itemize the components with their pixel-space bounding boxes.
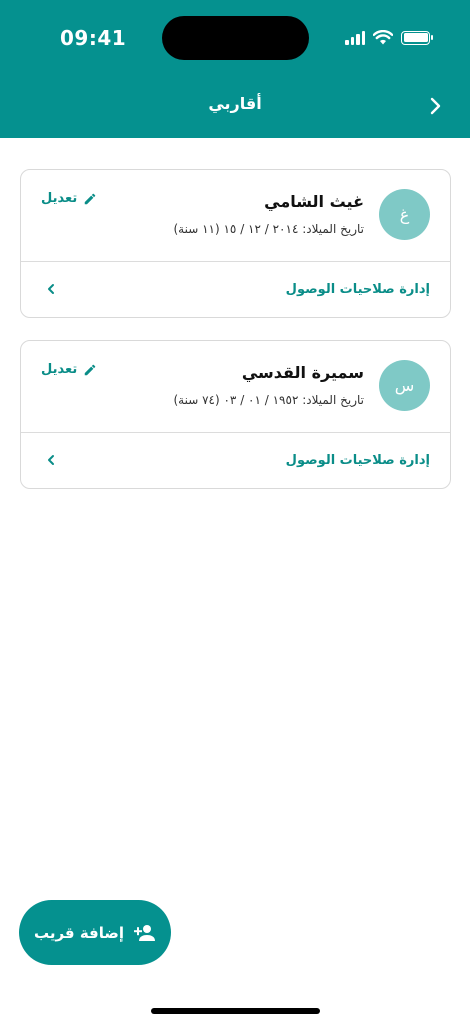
dynamic-island — [162, 16, 309, 60]
page-title: أقاربي — [208, 94, 262, 113]
chevron-right-icon — [430, 97, 441, 115]
edit-button[interactable]: تعديل — [41, 191, 97, 206]
chevron-left-icon — [43, 452, 59, 468]
avatar: غ — [379, 189, 430, 240]
back-button[interactable] — [424, 94, 448, 118]
manage-access-label: إدارة صلاحيات الوصول — [285, 282, 430, 297]
edit-button[interactable]: تعديل — [41, 362, 97, 377]
edit-label: تعديل — [41, 362, 78, 377]
manage-access-row[interactable]: إدارة صلاحيات الوصول — [21, 433, 450, 488]
add-person-icon — [134, 924, 156, 941]
relative-card: غ غيث الشامي تاريخ الميلاد: ٢٠١٤ / ١٢ / … — [20, 169, 451, 318]
status-time: 09:41 — [60, 26, 127, 50]
relative-name: سميرة القدسي — [241, 363, 364, 382]
relative-dob: تاريخ الميلاد: ١٩٥٢ / ٠١ / ٠٣ (٧٤ سنة) — [173, 393, 364, 407]
battery-icon — [401, 30, 433, 45]
home-indicator — [151, 1008, 320, 1014]
add-relative-button[interactable]: إضافة قريب — [19, 900, 171, 965]
cellular-signal-icon — [345, 30, 365, 45]
edit-label: تعديل — [41, 191, 78, 206]
manage-access-row[interactable]: إدارة صلاحيات الوصول — [21, 262, 450, 317]
chevron-left-icon — [43, 281, 59, 297]
app-header: 09:41 أقاربي — [0, 0, 470, 138]
wifi-icon — [373, 30, 393, 45]
pencil-icon — [84, 193, 96, 204]
add-relative-label: إضافة قريب — [33, 923, 125, 942]
relative-info: غ غيث الشامي تاريخ الميلاد: ٢٠١٤ / ١٢ / … — [21, 170, 450, 262]
relative-card: س سميرة القدسي تاريخ الميلاد: ١٩٥٢ / ٠١ … — [20, 340, 451, 489]
relative-info: س سميرة القدسي تاريخ الميلاد: ١٩٥٢ / ٠١ … — [21, 341, 450, 433]
manage-access-label: إدارة صلاحيات الوصول — [285, 453, 430, 468]
avatar: س — [379, 360, 430, 411]
relative-dob: تاريخ الميلاد: ٢٠١٤ / ١٢ / ١٥ (١١ سنة) — [173, 222, 364, 236]
relative-name: غيث الشامي — [264, 192, 364, 211]
pencil-icon — [84, 364, 96, 375]
status-icons — [345, 30, 433, 45]
